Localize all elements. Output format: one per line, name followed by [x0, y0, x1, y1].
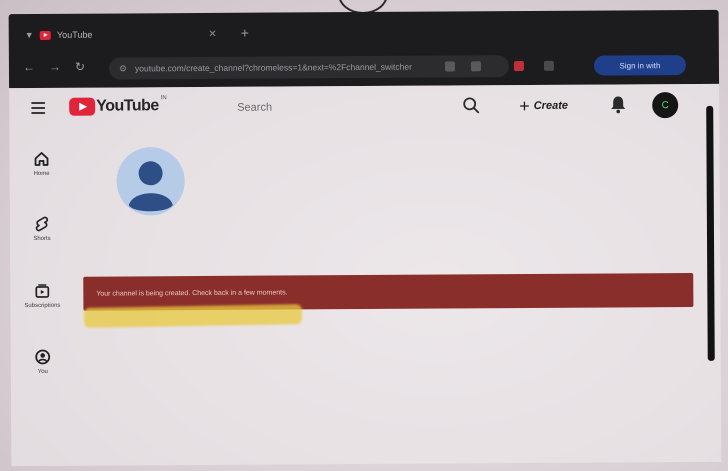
plus-icon: + [519, 95, 530, 117]
sidebar-item-label: Shorts [33, 235, 51, 243]
search-icon[interactable] [461, 95, 481, 115]
tab-list-chevron-icon[interactable]: ▼ [25, 30, 34, 40]
sidebar-item-you[interactable]: You [11, 348, 75, 375]
sidebar-item-label: Home [33, 170, 50, 178]
create-label: Create [533, 99, 568, 112]
browser-chrome: ▼ YouTube ✕ + ← → ↻ ⚙ youtube.com/create… [8, 9, 720, 89]
extension-icon[interactable] [543, 60, 554, 71]
logo-text: YouTube [96, 97, 159, 115]
forward-icon[interactable]: → [49, 60, 61, 74]
sidebar-item-label: Subscriptions [24, 302, 61, 310]
account-avatar[interactable]: C [652, 92, 679, 119]
shorts-icon [35, 216, 49, 232]
search-input[interactable]: Search [237, 97, 442, 118]
url-text: youtube.com/create_channel?chromeless=1&… [135, 61, 412, 74]
youtube-play-icon [69, 97, 96, 116]
you-icon [35, 349, 51, 365]
notifications-bell-icon[interactable] [609, 94, 627, 114]
channel-creation-notice: Your channel is being created. Check bac… [83, 272, 694, 311]
youtube-favicon-icon [39, 30, 52, 40]
new-tab-icon[interactable]: + [241, 25, 249, 41]
back-icon[interactable]: ← [23, 60, 35, 74]
tab-strip: ▼ YouTube ✕ + [9, 10, 719, 50]
create-button[interactable]: + Create [519, 95, 568, 117]
youtube-page: YouTube IN Search + Create C Home Shorts… [9, 83, 722, 467]
site-info-icon[interactable]: ⚙ [119, 63, 127, 74]
masthead: YouTube IN Search + Create C [9, 84, 719, 132]
home-icon [34, 152, 49, 166]
browser-tab[interactable]: ▼ YouTube ✕ [17, 21, 217, 48]
tab-title: YouTube [56, 29, 93, 40]
sidebar-item-label: You [37, 368, 48, 376]
subscriptions-icon [35, 284, 50, 298]
signin-button[interactable]: Sign in with [593, 55, 687, 76]
sidebar-item-shorts[interactable]: Shorts [10, 215, 74, 242]
page-scrollbar[interactable] [706, 105, 715, 361]
browser-window: ▼ YouTube ✕ + ← → ↻ ⚙ youtube.com/create… [8, 9, 722, 467]
highlighter-stroke [83, 304, 303, 328]
reload-icon[interactable]: ↻ [75, 60, 85, 74]
sidebar-item-home[interactable]: Home [9, 150, 73, 177]
extension-icon[interactable] [513, 61, 524, 72]
extension-icon[interactable] [444, 61, 455, 72]
menu-icon[interactable] [31, 101, 46, 115]
tab-close-icon[interactable]: ✕ [208, 28, 216, 39]
address-row: ← → ↻ ⚙ youtube.com/create_channel?chrom… [9, 50, 719, 84]
logo-country-code: IN [160, 95, 167, 102]
default-avatar-icon [116, 147, 185, 216]
extension-icon[interactable] [470, 61, 481, 72]
youtube-logo[interactable]: YouTube IN [69, 95, 167, 116]
sidebar-item-subscriptions[interactable]: Subscriptions [10, 282, 74, 309]
